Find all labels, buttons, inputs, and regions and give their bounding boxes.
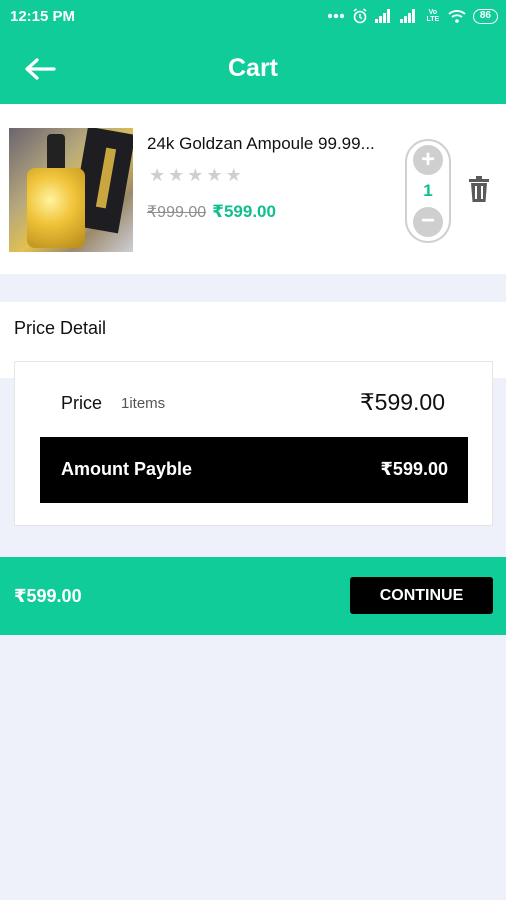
quantity-value: 1 bbox=[423, 181, 433, 200]
star-icon: ★ bbox=[225, 165, 242, 185]
status-time: 12:15 PM bbox=[10, 8, 76, 25]
price-label: Price bbox=[61, 393, 103, 413]
amount-payable-bar: Amount Payble ₹599.00 bbox=[40, 437, 468, 503]
price-detail-title: Price Detail bbox=[14, 318, 107, 338]
original-price: ₹999.00 bbox=[147, 204, 207, 221]
continue-button[interactable]: CONTINUE bbox=[350, 577, 493, 614]
status-icons: Vo LTE 86 bbox=[327, 8, 498, 24]
delete-item-button[interactable] bbox=[468, 176, 490, 207]
app-bar: Cart bbox=[0, 34, 506, 104]
star-icon: ★ bbox=[168, 165, 185, 185]
star-icon: ★ bbox=[149, 165, 166, 185]
amount-payable-label: Amount Payble bbox=[61, 459, 193, 479]
amount-payable-value: ₹599.00 bbox=[380, 459, 448, 479]
cart-item: 24k Goldzan Ampoule 99.99... ★ ★ ★ ★ ★ ₹… bbox=[0, 104, 506, 274]
signal-icon bbox=[374, 9, 390, 23]
alarm-icon bbox=[353, 8, 367, 24]
total-price: ₹599.00 bbox=[14, 586, 82, 606]
rating-stars: ★ ★ ★ ★ ★ bbox=[149, 166, 242, 184]
increase-quantity-button[interactable]: + bbox=[413, 145, 443, 175]
product-name[interactable]: 24k Goldzan Ampoule 99.99... bbox=[147, 134, 399, 154]
price-detail-card: Price 1items ₹599.00 Amount Payble ₹599.… bbox=[14, 361, 493, 526]
battery-icon: 86 bbox=[472, 8, 498, 24]
price-value: ₹599.00 bbox=[360, 389, 445, 415]
decrease-quantity-button[interactable]: − bbox=[413, 207, 443, 237]
notification-dots-icon bbox=[327, 13, 345, 19]
status-bar: 12:15 PM Vo LTE 86 bbox=[0, 0, 506, 34]
price-row: ₹999.00 ₹599.00 bbox=[147, 202, 276, 222]
items-count: 1items bbox=[121, 395, 166, 412]
trash-icon bbox=[469, 176, 489, 202]
quantity-stepper: + 1 − bbox=[405, 139, 451, 243]
checkout-bar: ₹599.00 CONTINUE bbox=[0, 557, 506, 635]
volte-icon: Vo LTE bbox=[426, 9, 440, 23]
current-price: ₹599.00 bbox=[212, 202, 276, 221]
wifi-icon bbox=[448, 10, 466, 23]
page-title: Cart bbox=[227, 54, 278, 82]
signal-icon bbox=[399, 9, 415, 23]
product-image[interactable] bbox=[9, 128, 133, 252]
star-icon: ★ bbox=[206, 165, 223, 185]
star-icon: ★ bbox=[187, 165, 204, 185]
